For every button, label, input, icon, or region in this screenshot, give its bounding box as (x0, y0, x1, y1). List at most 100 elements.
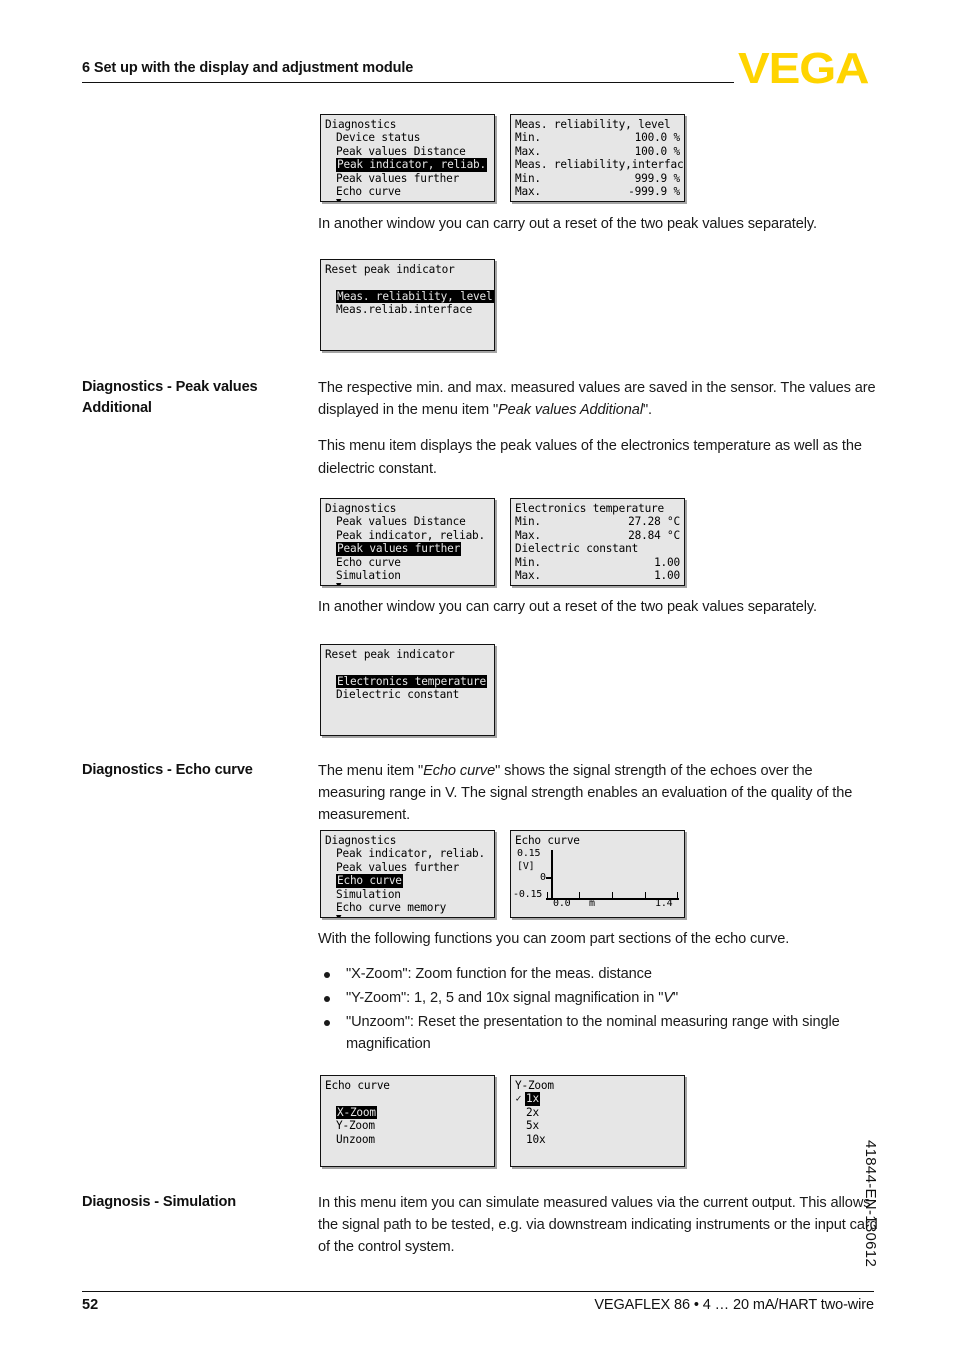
lcd-menu-item[interactable]: Echo curve memory (325, 901, 490, 914)
y-axis-unit-label: [V] (517, 861, 535, 873)
lcd-menu-item-selected[interactable]: ✓ 1x (515, 1092, 680, 1106)
y-tick-label-max: 0.15 (517, 848, 541, 860)
lcd-menu-item[interactable]: Peak values further (325, 861, 490, 874)
lcd-value-key: Max. (515, 528, 541, 542)
lcd-reset-peak-indicator-2[interactable]: Reset peak indicator Electronics tempera… (320, 644, 495, 736)
chevron-down-icon[interactable]: ▼ (325, 914, 490, 917)
footer-divider (82, 1291, 874, 1292)
list-item: "Y-Zoom": 1, 2, 5 and 10x signal magnifi… (318, 988, 878, 1010)
x-tick-mark (612, 892, 614, 899)
lcd-group-title: Meas. reliability, level (515, 118, 671, 131)
lcd-group-title: Meas. reliability,interface (515, 158, 685, 172)
lcd-value-key: Min. (515, 171, 541, 185)
header-divider (82, 82, 734, 83)
paragraph: In this menu item you can simulate measu… (318, 1195, 878, 1256)
section-body-echo-curve: The menu item "Echo curve" shows the sig… (318, 760, 878, 827)
x-tick-label-max: 1.4 (655, 898, 673, 910)
chapter-title: 6 Set up with the display and adjustment… (82, 60, 414, 76)
lcd-value-row: Min. 999.9 % (515, 172, 680, 185)
lcd-value-key: Max. (515, 568, 541, 582)
lcd-value-key: Max. (515, 184, 541, 198)
emphasis-run: Echo curve (423, 763, 496, 779)
paragraph: The respective min. and max. measured va… (318, 377, 878, 421)
lcd-group-title: Electronics temperature (515, 502, 665, 515)
text-run: " (673, 990, 679, 1007)
section-body-echo-curve-zoom: With the following functions you can zoo… (318, 928, 878, 1058)
lcd-menu-item[interactable]: Peak indicator, reliab. (325, 529, 490, 542)
lcd-echo-curve-chart: Echo curve 0.15 [V] 0 -0.15 0.0 m 1.4 (510, 830, 685, 918)
reset-intro-text-1: In another window you can carry out a re… (318, 213, 878, 235)
lcd-menu-item[interactable]: Meas.reliab.interface (325, 303, 490, 316)
lcd-menu-item[interactable]: Peak values Distance (325, 145, 490, 158)
lcd-menu-item-selected[interactable]: Peak indicator, reliab. (325, 158, 490, 172)
zoom-functions-list: "X-Zoom": Zoom function for the meas. di… (318, 964, 878, 1056)
label-line-1: Diagnostics - Echo curve (82, 762, 253, 778)
x-tick-label-min: 0.0 (553, 898, 571, 910)
lcd-spacer (325, 276, 490, 289)
text-run: The menu item " (318, 763, 424, 779)
section-body-peak-values-additional: The respective min. and max. measured va… (318, 377, 878, 480)
chevron-down-icon[interactable]: ▼ (325, 582, 490, 585)
footer-document-title: VEGAFLEX 86 • 4 … 20 mA/HART two-wire (594, 1297, 874, 1313)
lcd-selection-highlight: Peak indicator, reliab. (336, 158, 488, 172)
y-tick-label-zero: 0 (540, 872, 546, 884)
lcd-menu-item-selected[interactable]: Echo curve (325, 874, 490, 888)
lcd-y-zoom-menu[interactable]: Y-Zoom ✓ 1x 2x 5x 10x (510, 1075, 685, 1167)
lcd-diagnostics-menu-1[interactable]: Diagnostics Device status Peak values Di… (320, 114, 495, 202)
lcd-menu-item[interactable]: Echo curve (325, 556, 490, 569)
lcd-menu-item[interactable]: Y-Zoom (325, 1119, 490, 1132)
lcd-value-number: 100.0 % (634, 144, 681, 158)
emphasis-run: Peak values Additional (498, 402, 643, 419)
lcd-reset-peak-indicator-1[interactable]: Reset peak indicator Meas. reliability, … (320, 259, 495, 351)
paragraph: The menu item "Echo curve" shows the sig… (318, 760, 878, 827)
lcd-menu-item-selected[interactable]: Meas. reliability, level (325, 289, 494, 304)
lcd-menu-item-selected[interactable]: Electronics temperature (325, 674, 490, 689)
lcd-value-number: 1.00 (654, 568, 680, 582)
lcd-diagnostics-menu-3[interactable]: Diagnostics Peak indicator, reliab. Peak… (320, 830, 495, 918)
lcd-value-row: Max. -999.9 % (515, 185, 680, 198)
x-tick-mark (579, 892, 581, 899)
x-tick-mark (547, 892, 549, 899)
lcd-menu-item[interactable]: Simulation (325, 569, 490, 582)
lcd-selection-highlight: Meas. reliability, level (336, 289, 494, 304)
lcd-title: Diagnostics (325, 118, 397, 131)
lcd-menu-item-selected[interactable]: X-Zoom (325, 1105, 490, 1120)
x-axis-unit-label: m (589, 898, 595, 910)
document-side-code: 41844-EN-130612 (862, 1140, 879, 1268)
lcd-menu-item[interactable]: Peak indicator, reliab. (325, 847, 490, 860)
section-label-peak-values-additional: Diagnostics - Peak values Additional (82, 377, 312, 419)
lcd-value-row: Max. 28.84 °C (515, 529, 680, 542)
lcd-menu-item[interactable]: Device status (325, 131, 490, 144)
lcd-title: Diagnostics (325, 834, 397, 847)
lcd-menu-item[interactable]: Echo curve (325, 185, 490, 198)
lcd-menu-item[interactable]: Unzoom (325, 1133, 490, 1146)
section-body-simulation: In this menu item you can simulate measu… (318, 1192, 878, 1259)
chevron-down-icon[interactable]: ▼ (325, 198, 490, 201)
lcd-selection-highlight: Echo curve (336, 874, 403, 888)
lcd-value-number: 100.0 % (634, 131, 681, 145)
lcd-selection-highlight: 1x (525, 1092, 540, 1106)
lcd-menu-item-selected[interactable]: Peak values further (325, 542, 490, 556)
paragraph: With the following functions you can zoo… (318, 931, 790, 947)
lcd-menu-item[interactable]: Dielectric constant (325, 688, 490, 701)
emphasis-run: V (663, 990, 673, 1007)
section-label-simulation: Diagnosis - Simulation (82, 1192, 312, 1213)
lcd-value-row: Min. 100.0 % (515, 131, 680, 144)
lcd-menu-item[interactable]: 5x (515, 1119, 680, 1132)
lcd-selection-highlight: Electronics temperature (336, 674, 488, 689)
lcd-value-key: Min. (515, 555, 541, 569)
lcd-menu-item[interactable]: Peak values Distance (325, 515, 490, 528)
lcd-value-row: Max. 100.0 % (515, 145, 680, 158)
lcd-menu-item[interactable]: Peak values further (325, 172, 490, 185)
lcd-menu-item[interactable]: Simulation (325, 888, 490, 901)
lcd-electronics-temperature-values: Electronics temperature Min. 27.28 °C Ma… (510, 498, 685, 586)
lcd-diagnostics-menu-2[interactable]: Diagnostics Peak values Distance Peak in… (320, 498, 495, 586)
lcd-value-key: Max. (515, 144, 541, 158)
lcd-echo-curve-zoom-menu[interactable]: Echo curve X-Zoom Y-Zoom Unzoom (320, 1075, 495, 1167)
lcd-value-number: -999.9 % (628, 184, 680, 198)
lcd-menu-item[interactable]: 10x (515, 1133, 680, 1146)
lcd-selection-highlight: Peak values further (336, 542, 462, 556)
lcd-title: Reset peak indicator (325, 263, 455, 276)
lcd-menu-item[interactable]: 2x (515, 1106, 680, 1119)
lcd-title: Diagnostics (325, 502, 397, 515)
